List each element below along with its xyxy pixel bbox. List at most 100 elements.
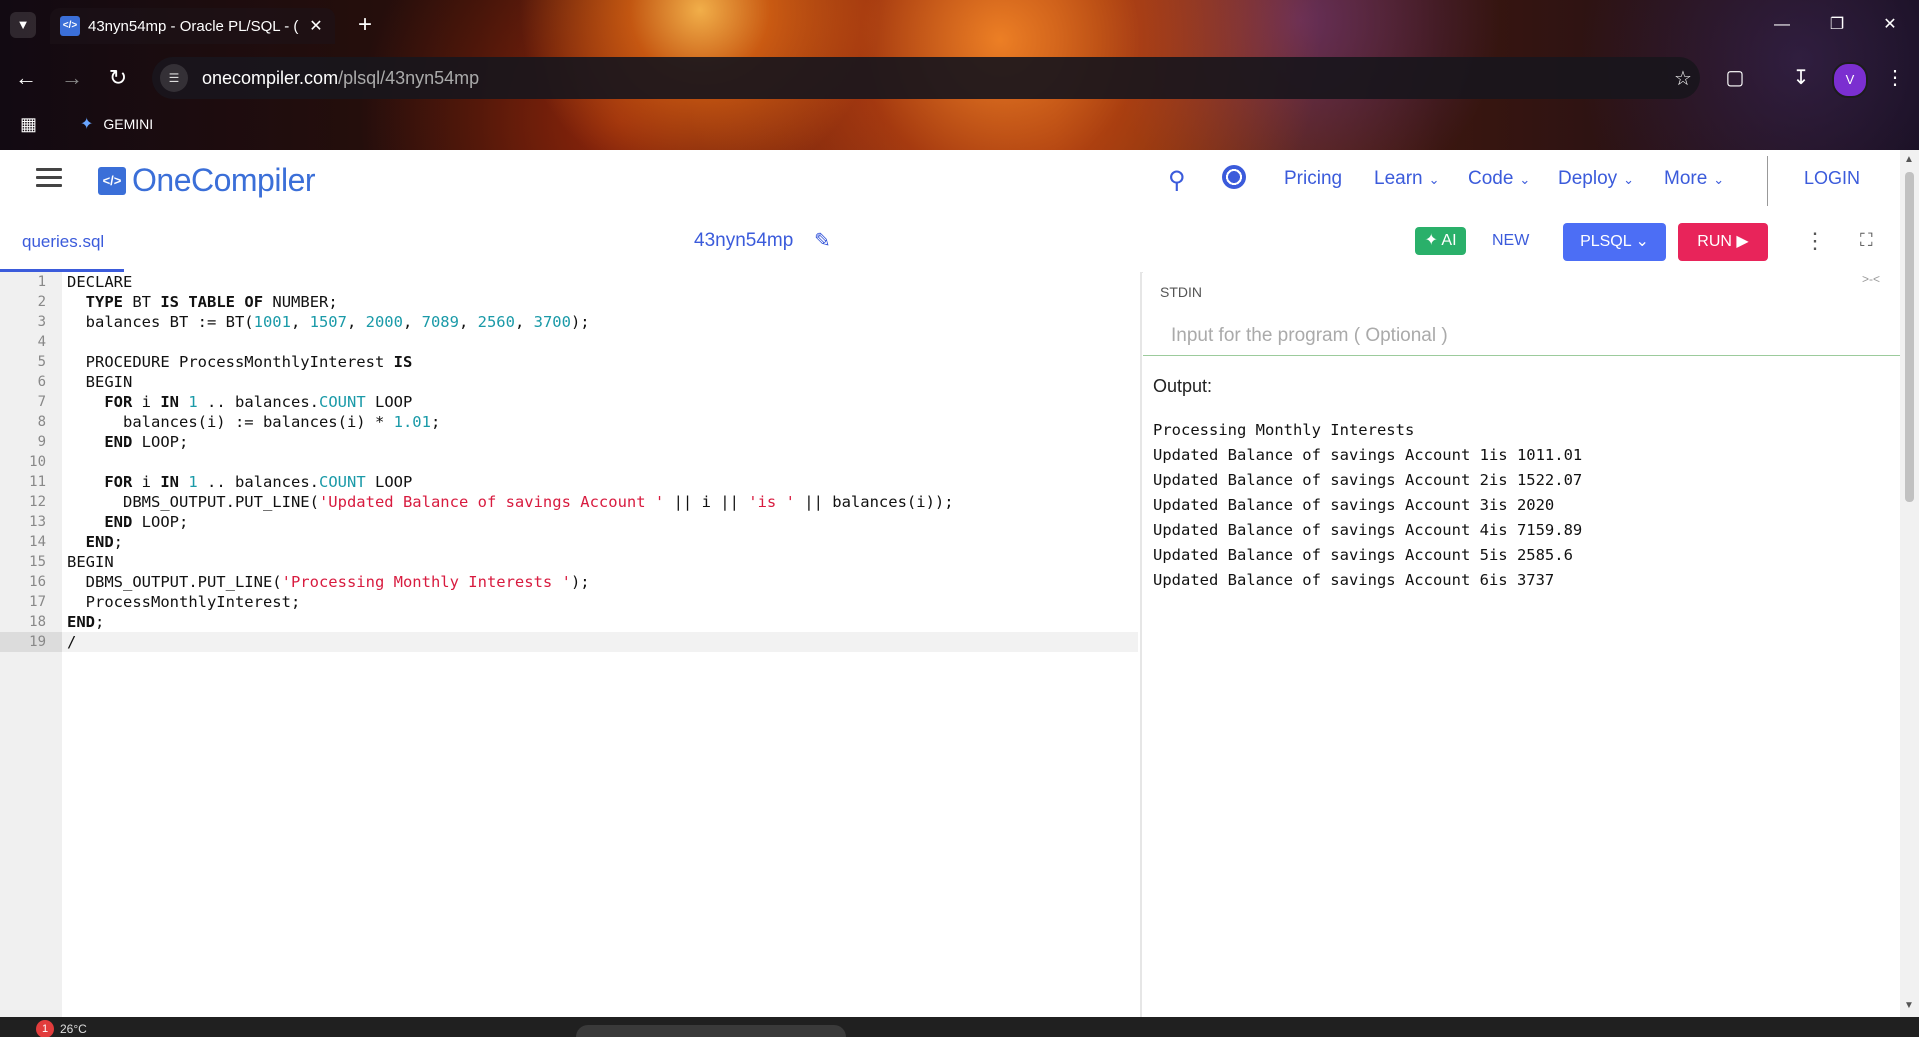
code-lines[interactable]: 1 DECLARE 2 TYPE BT IS TABLE OF NUMBER; 3 b… xyxy=(0,272,1138,652)
code-text[interactable]: END LOOP; xyxy=(67,432,188,452)
fullscreen-icon[interactable]: ⛶ xyxy=(1860,230,1873,251)
code-editor[interactable]: 1 DECLARE 2 TYPE BT IS TABLE OF NUMBER; 3 b… xyxy=(0,272,1142,1017)
stdin-input[interactable] xyxy=(1143,316,1900,356)
code-line[interactable]: 9 END LOOP; xyxy=(0,432,1138,452)
new-button[interactable]: NEW xyxy=(1492,232,1529,250)
scroll-up-icon[interactable]: ▲ xyxy=(1904,154,1914,165)
code-line[interactable]: 18 END; xyxy=(0,612,1138,632)
collapse-icon[interactable]: >-< xyxy=(1862,272,1880,286)
browser-chrome: ▼ </> 43nyn54mp - Oracle PL/SQL - ( ✕ + … xyxy=(0,0,1919,150)
line-number: 5 xyxy=(37,354,46,370)
code-line[interactable]: 2 TYPE BT IS TABLE OF NUMBER; xyxy=(0,292,1138,312)
nav-code[interactable]: Code ⌄ xyxy=(1468,168,1530,190)
extensions-icon[interactable]: ▢ xyxy=(1720,64,1750,92)
code-line[interactable]: 14 END; xyxy=(0,532,1138,552)
code-text[interactable]: ProcessMonthlyInterest; xyxy=(67,592,301,612)
line-number: 4 xyxy=(37,334,46,350)
code-line[interactable]: 5 PROCEDURE ProcessMonthlyInterest IS xyxy=(0,352,1138,372)
nav-learn[interactable]: Learn ⌄ xyxy=(1374,168,1440,190)
code-text[interactable]: BEGIN xyxy=(67,552,114,572)
close-tab-icon[interactable]: ✕ xyxy=(305,16,327,36)
close-window-icon[interactable]: ✕ xyxy=(1861,0,1919,50)
ai-button[interactable]: ✦ AI xyxy=(1415,227,1466,255)
code-line[interactable]: 4 xyxy=(0,332,1138,352)
reload-icon[interactable]: ↻ xyxy=(104,64,132,92)
output-label: Output: xyxy=(1153,376,1213,396)
code-text[interactable]: DBMS_OUTPUT.PUT_LINE('Processing Monthly… xyxy=(67,572,590,592)
code-text[interactable]: END; xyxy=(67,532,123,552)
address-bar-row: ← → ↻ ☰ onecompiler.com/plsql/43nyn54mp … xyxy=(0,54,1919,102)
weather-widget[interactable]: 1 26°C xyxy=(36,1020,87,1037)
nav-deploy[interactable]: Deploy ⌄ xyxy=(1558,168,1634,190)
code-text[interactable]: DECLARE xyxy=(67,272,132,292)
language-select[interactable]: PLSQL ⌄ xyxy=(1563,223,1666,261)
code-line[interactable]: 16 DBMS_OUTPUT.PUT_LINE('Processing Mont… xyxy=(0,572,1138,592)
code-line[interactable]: 10 xyxy=(0,452,1138,472)
code-line[interactable]: 17 ProcessMonthlyInterest; xyxy=(0,592,1138,612)
back-icon[interactable]: ← xyxy=(12,64,40,92)
code-line[interactable]: 8 balances(i) := balances(i) * 1.01; xyxy=(0,412,1138,432)
avatar[interactable]: V xyxy=(1832,62,1868,98)
file-tab[interactable]: queries.sql xyxy=(0,212,124,272)
code-text[interactable]: balances(i) := balances(i) * 1.01; xyxy=(67,412,440,432)
hamburger-menu-icon[interactable] xyxy=(36,168,62,190)
output-line: Updated Balance of savings Account 1is 1… xyxy=(1153,446,1583,464)
code-line[interactable]: 1 DECLARE xyxy=(0,272,1138,292)
nav-more[interactable]: More ⌄ xyxy=(1664,168,1724,190)
address-bar[interactable]: ☰ onecompiler.com/plsql/43nyn54mp ☆ xyxy=(152,57,1700,99)
code-line[interactable]: 7 FOR i IN 1 .. balances.COUNT LOOP xyxy=(0,392,1138,412)
code-line[interactable]: 12 DBMS_OUTPUT.PUT_LINE('Updated Balance… xyxy=(0,492,1138,512)
output-box: Processing Monthly Interests Updated Bala… xyxy=(1153,418,1582,593)
logo[interactable]: </> OneCompiler xyxy=(98,162,316,199)
code-line[interactable]: 11 FOR i IN 1 .. balances.COUNT LOOP xyxy=(0,472,1138,492)
tab-search-button[interactable]: ▼ xyxy=(10,12,36,38)
language-label: PLSQL xyxy=(1580,233,1632,250)
code-line[interactable]: 15 BEGIN xyxy=(0,552,1138,572)
editor-toolbar: queries.sql 43nyn54mp ✎ ✦ AI NEW PLSQL ⌄… xyxy=(0,212,1900,273)
code-text[interactable]: balances BT := BT(1001, 1507, 2000, 7089… xyxy=(67,312,590,332)
code-text[interactable]: TYPE BT IS TABLE OF NUMBER; xyxy=(67,292,338,312)
line-number: 14 xyxy=(29,534,46,550)
restore-icon[interactable]: ❐ xyxy=(1808,0,1866,50)
code-line[interactable]: 6 BEGIN xyxy=(0,372,1138,392)
new-tab-button[interactable]: + xyxy=(350,10,380,40)
nav-pricing[interactable]: Pricing xyxy=(1284,168,1342,190)
line-number: 16 xyxy=(29,574,46,590)
apps-grid-icon[interactable]: ▦ xyxy=(20,114,37,135)
code-text[interactable]: / xyxy=(67,632,76,652)
browser-tab-active[interactable]: </> 43nyn54mp - Oracle PL/SQL - ( ✕ xyxy=(50,8,335,44)
line-number: 18 xyxy=(29,614,46,630)
output-line: Updated Balance of savings Account 4is 7… xyxy=(1153,521,1583,539)
tab-title: 43nyn54mp - Oracle PL/SQL - ( xyxy=(88,17,299,35)
search-icon[interactable]: ⚲ xyxy=(1168,166,1186,195)
minimize-icon[interactable]: — xyxy=(1753,0,1811,50)
code-text[interactable]: FOR i IN 1 .. balances.COUNT LOOP xyxy=(67,392,412,412)
scroll-down-icon[interactable]: ▼ xyxy=(1904,1000,1914,1011)
download-icon[interactable]: ↧ xyxy=(1786,64,1816,92)
page-scrollbar[interactable]: ▲ ▼ xyxy=(1900,150,1919,1017)
theme-toggle-icon[interactable] xyxy=(1222,165,1246,189)
code-text[interactable]: PROCEDURE ProcessMonthlyInterest IS xyxy=(67,352,413,372)
browser-menu-icon[interactable]: ⋮ xyxy=(1880,64,1910,92)
more-options-icon[interactable]: ⋮ xyxy=(1804,228,1826,254)
scrollbar-thumb[interactable] xyxy=(1905,172,1914,502)
code-line[interactable]: 19/ xyxy=(0,632,1138,652)
bookmark-star-icon[interactable]: ☆ xyxy=(1666,66,1700,91)
code-text[interactable]: FOR i IN 1 .. balances.COUNT LOOP xyxy=(67,472,412,492)
bookmark-gemini[interactable]: ✦ GEMINI xyxy=(80,114,153,134)
code-text[interactable]: END LOOP; xyxy=(67,512,188,532)
taskbar-search[interactable] xyxy=(576,1025,846,1037)
forward-icon[interactable]: → xyxy=(58,64,86,92)
site-info-icon[interactable]: ☰ xyxy=(160,64,188,92)
run-button[interactable]: RUN ▶ xyxy=(1678,223,1768,261)
code-line[interactable]: 13 END LOOP; xyxy=(0,512,1138,532)
code-title[interactable]: 43nyn54mp xyxy=(694,230,793,252)
code-text[interactable]: BEGIN xyxy=(67,372,133,392)
code-text[interactable]: DBMS_OUTPUT.PUT_LINE('Updated Balance of… xyxy=(67,492,954,512)
pencil-icon[interactable]: ✎ xyxy=(814,228,831,253)
url-text[interactable]: onecompiler.com/plsql/43nyn54mp xyxy=(202,68,1666,89)
line-number: 7 xyxy=(37,394,46,410)
code-line[interactable]: 3 balances BT := BT(1001, 1507, 2000, 70… xyxy=(0,312,1138,332)
login-link[interactable]: LOGIN xyxy=(1804,168,1860,189)
code-text[interactable]: END; xyxy=(67,612,104,632)
